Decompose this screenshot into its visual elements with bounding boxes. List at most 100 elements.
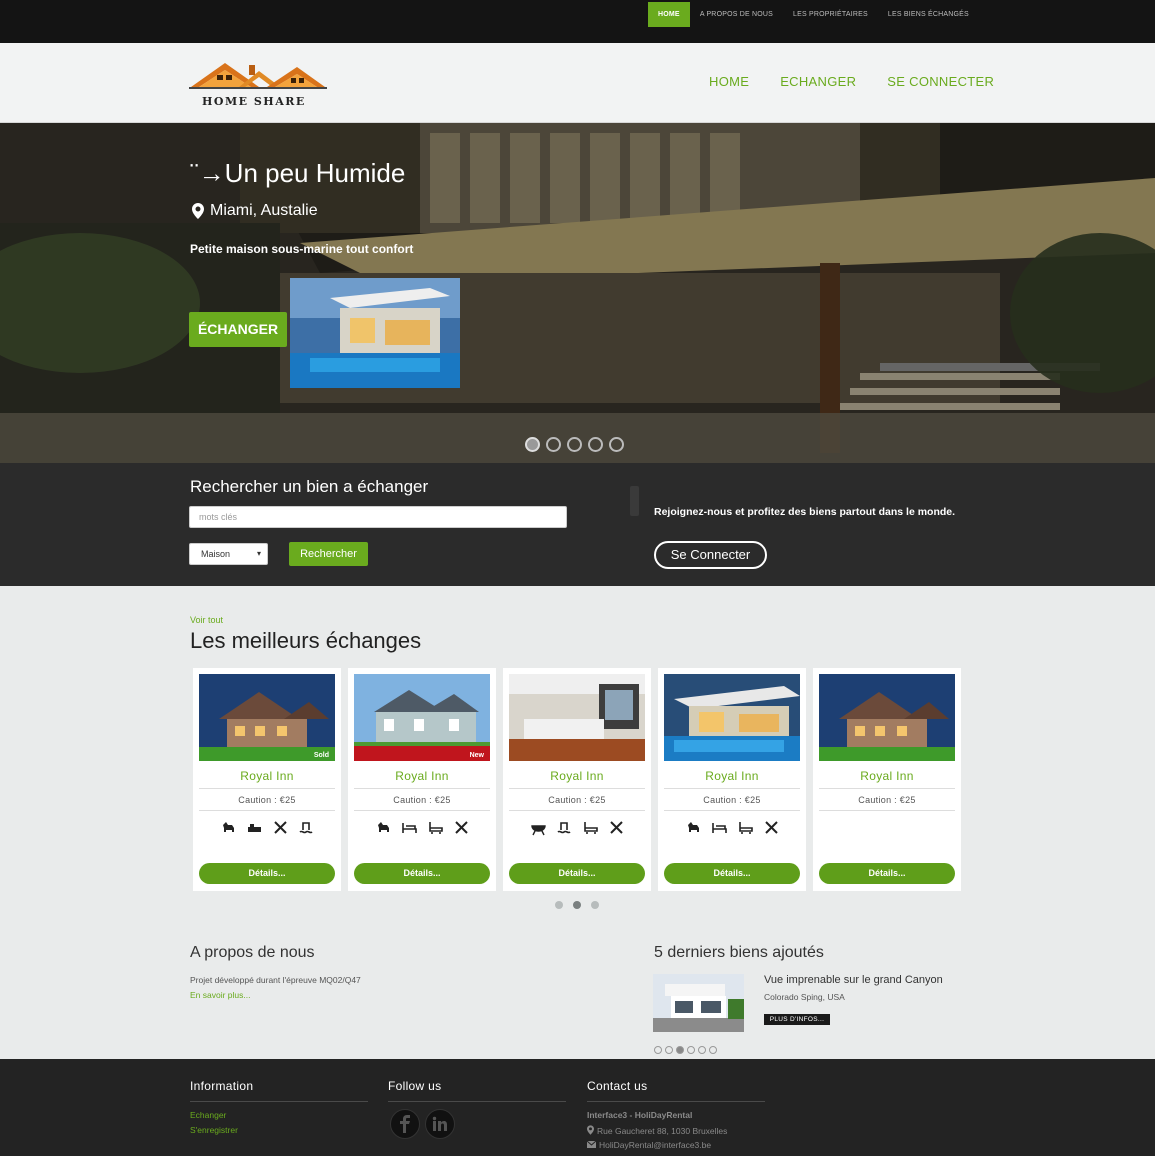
property-photo[interactable] xyxy=(664,674,800,761)
pool-icon xyxy=(556,819,573,836)
topnav-about[interactable]: A PROPOS DE NOUS xyxy=(690,2,783,27)
nav-se-connecter[interactable]: SE CONNECTER xyxy=(887,74,994,89)
see-all-link[interactable]: Voir tout xyxy=(190,615,223,625)
hero-dot[interactable] xyxy=(609,437,624,452)
cards-dot[interactable] xyxy=(573,901,581,909)
house-photo-icon xyxy=(199,674,335,761)
map-marker-icon xyxy=(192,203,204,219)
topnav-owners[interactable]: LES PROPRIÉTAIRES xyxy=(783,2,878,27)
latest-dot[interactable] xyxy=(654,1046,662,1054)
latest-dot[interactable] xyxy=(698,1046,706,1054)
linkedin-icon[interactable] xyxy=(425,1109,455,1139)
latest-property-photo[interactable] xyxy=(653,974,744,1032)
property-deposit: Caution : €25 xyxy=(703,795,761,805)
divider-marker xyxy=(630,486,639,516)
arrow-right-icon: ¨→ xyxy=(190,158,225,188)
footer-link-register[interactable]: S'enregistrer xyxy=(190,1125,238,1135)
tools-icon xyxy=(608,819,625,836)
divider xyxy=(509,810,645,811)
details-button[interactable]: Détails... xyxy=(664,863,800,884)
property-type-select[interactable]: Maison ▾ xyxy=(189,543,268,565)
topnav-exchanged[interactable]: LES BIENS ÉCHANGÉS xyxy=(878,2,979,27)
map-marker-icon xyxy=(587,1125,594,1137)
keywords-input[interactable]: mots clés xyxy=(189,506,567,528)
pool-icon xyxy=(298,819,315,836)
about-text: Projet développé durant l'épreuve MQ02/Q… xyxy=(190,975,361,985)
divider xyxy=(388,1101,566,1102)
nav-home[interactable]: HOME xyxy=(709,74,749,89)
hero-slider: ¨→Un peu Humide Miami, Austalie Petite m… xyxy=(0,123,1155,463)
latest-dot[interactable] xyxy=(665,1046,673,1054)
hero-thumbnail[interactable] xyxy=(290,278,460,388)
hero-dot[interactable] xyxy=(546,437,561,452)
details-button[interactable]: Détails... xyxy=(509,863,645,884)
hero-description: Petite maison sous-marine tout confort xyxy=(190,242,414,256)
footer-info-title: Information xyxy=(190,1079,254,1093)
footer-link-echanger[interactable]: Echanger xyxy=(190,1110,226,1120)
latest-title: 5 derniers biens ajoutés xyxy=(654,944,824,961)
more-info-button[interactable]: PLUS D'INFOS... xyxy=(764,1014,830,1025)
exchange-card: New Royal Inn Caution : €25 Détails... xyxy=(348,668,496,891)
envelope-icon xyxy=(586,1140,597,1150)
property-name[interactable]: Royal Inn xyxy=(813,769,961,783)
property-deposit: Caution : €25 xyxy=(238,795,296,805)
exchange-cards: Sold Royal Inn Caution : €25 Détails... xyxy=(193,668,961,891)
contact-address: Rue Gaucheret 88, 1030 Bruxelles xyxy=(587,1125,727,1137)
bath-icon xyxy=(427,819,444,836)
divider xyxy=(664,788,800,789)
property-name[interactable]: Royal Inn xyxy=(193,769,341,783)
latest-pagination xyxy=(654,1046,717,1054)
latest-dot[interactable] xyxy=(687,1046,695,1054)
hero-dot[interactable] xyxy=(525,437,540,452)
bbq-icon xyxy=(530,819,547,836)
cards-dot[interactable] xyxy=(591,901,599,909)
divider xyxy=(354,810,490,811)
details-button[interactable]: Détails... xyxy=(199,863,335,884)
facebook-icon[interactable] xyxy=(390,1109,420,1139)
divider xyxy=(199,788,335,789)
dog-icon xyxy=(685,819,702,836)
about-more-link[interactable]: En savoir plus... xyxy=(190,990,250,1000)
divider xyxy=(587,1101,765,1102)
hero-overlay xyxy=(0,123,1155,463)
latest-dot[interactable] xyxy=(709,1046,717,1054)
search-title: Rechercher un bien a échanger xyxy=(190,477,429,496)
topnav-home[interactable]: HOME xyxy=(648,2,690,27)
about-title: A propos de nous xyxy=(190,944,315,961)
dog-icon xyxy=(375,819,392,836)
tools-icon xyxy=(763,819,780,836)
search-band: Rechercher un bien a échanger mots clés … xyxy=(0,463,1155,586)
property-name[interactable]: Royal Inn xyxy=(348,769,496,783)
property-name[interactable]: Royal Inn xyxy=(503,769,651,783)
site-footer: Information Echanger S'enregistrer Follo… xyxy=(0,1059,1155,1156)
nav-echanger[interactable]: ECHANGER xyxy=(780,74,856,89)
hero-title: ¨→Un peu Humide xyxy=(190,158,406,188)
search-button[interactable]: Rechercher xyxy=(289,542,368,566)
logo-text: HOME SHARE xyxy=(202,95,306,108)
hero-dot[interactable] xyxy=(567,437,582,452)
hero-echanger-button[interactable]: ÉCHANGER xyxy=(189,312,287,347)
property-photo[interactable]: New xyxy=(354,674,490,761)
bed-icon xyxy=(711,819,728,836)
details-button[interactable]: Détails... xyxy=(354,863,490,884)
houses-logo-icon xyxy=(189,63,327,89)
property-name[interactable]: Royal Inn xyxy=(658,769,806,783)
feature-icons xyxy=(503,819,651,836)
logo[interactable]: HOME SHARE xyxy=(189,57,329,113)
property-photo[interactable] xyxy=(819,674,955,761)
property-photo[interactable]: Sold xyxy=(199,674,335,761)
connect-button[interactable]: Se Connecter xyxy=(654,541,767,569)
details-button[interactable]: Détails... xyxy=(819,863,955,884)
house-photo-icon xyxy=(354,674,490,761)
property-photo[interactable] xyxy=(509,674,645,761)
latest-property-title[interactable]: Vue imprenable sur le grand Canyon xyxy=(764,974,943,986)
join-text: Rejoignez-nous et profitez des biens par… xyxy=(654,506,956,518)
latest-property-location: Colorado Sping, USA xyxy=(764,992,845,1002)
hero-pagination xyxy=(525,437,624,452)
latest-dot[interactable] xyxy=(676,1046,684,1054)
exchange-card: Royal Inn Caution : €25 Détails... xyxy=(503,668,651,891)
cards-dot[interactable] xyxy=(555,901,563,909)
divider xyxy=(664,810,800,811)
hero-dot[interactable] xyxy=(588,437,603,452)
divider xyxy=(819,810,955,811)
